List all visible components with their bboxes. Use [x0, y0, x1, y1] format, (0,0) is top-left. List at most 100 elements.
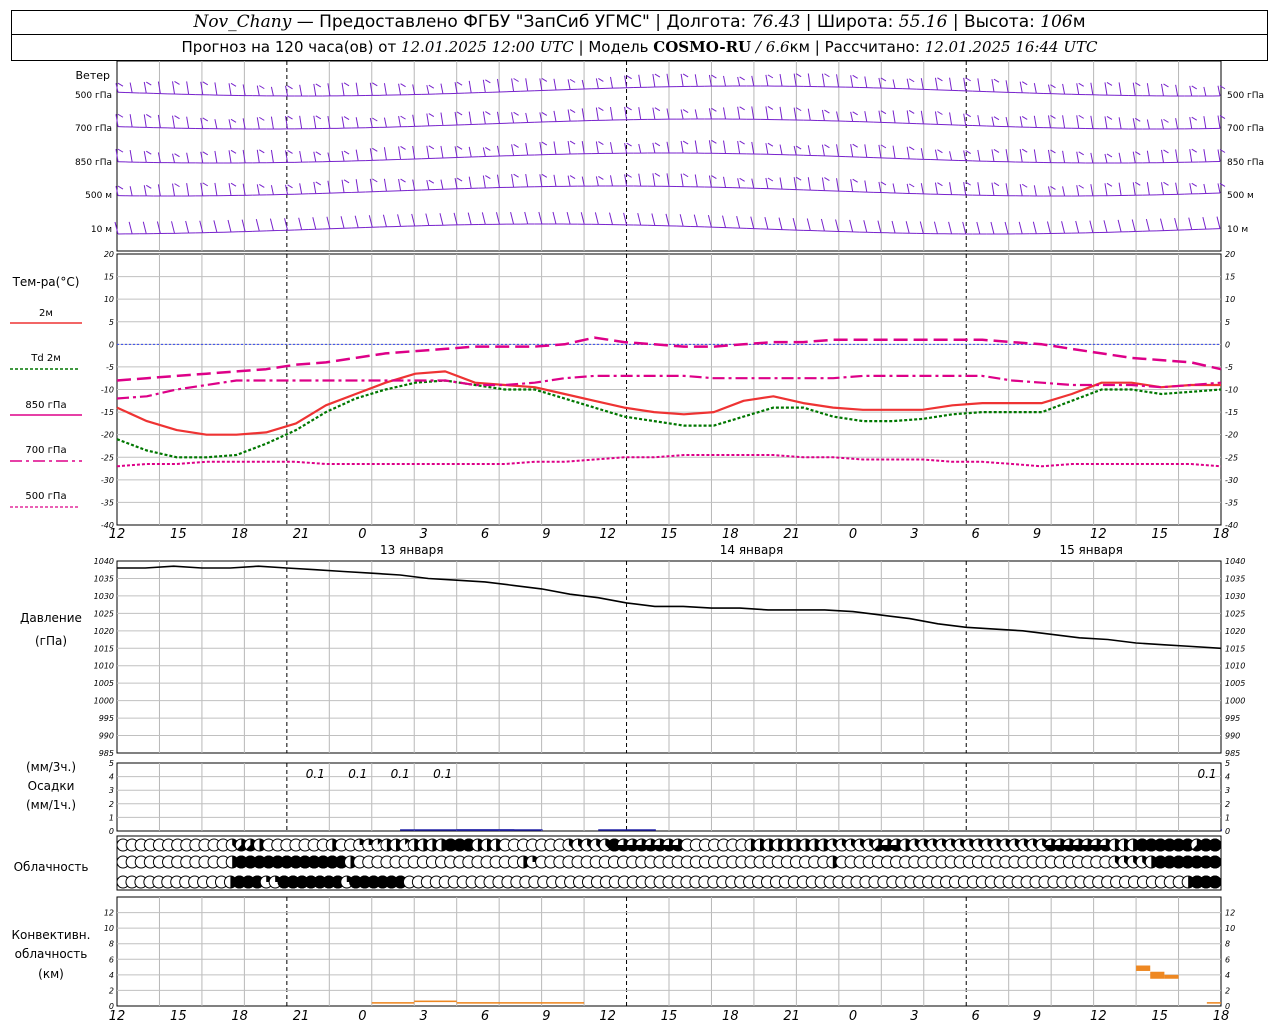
wind-barb: [1076, 83, 1080, 95]
wind-barb: [270, 86, 274, 96]
wind-barb: [609, 76, 613, 89]
wind-barb: [595, 78, 599, 89]
wind-barb: [694, 174, 698, 187]
wind-barb-feather: [908, 110, 915, 114]
time-tick-label-bottom: 18: [1213, 1009, 1230, 1024]
cloud-fill-full: [1208, 855, 1222, 869]
wind-barb-feather: [569, 140, 576, 145]
wind-barb: [778, 217, 783, 230]
wind-barb: [652, 142, 656, 154]
wind-barb: [637, 213, 642, 226]
precip-unit-1h: (мм/1ч.): [26, 798, 76, 812]
wind-barb: [313, 83, 317, 97]
wind-barb: [750, 216, 755, 229]
wind-barb: [142, 221, 147, 234]
time-tick-label-bottom: 15: [661, 1009, 678, 1024]
time-tick-label-top: 15: [661, 527, 678, 542]
wind-barb: [906, 146, 910, 159]
wind-barb: [779, 144, 783, 155]
y-tick-label-right: -15: [1225, 408, 1238, 417]
wind-barb: [991, 79, 995, 92]
wind-barb: [255, 219, 260, 232]
y-tick-label-right: 1025: [1225, 609, 1245, 618]
wind-barb-feather: [400, 146, 406, 150]
wind-barb: [835, 219, 840, 232]
wind-barb-feather: [202, 81, 209, 86]
wind-barb: [313, 181, 317, 194]
wind-barb: [878, 181, 882, 193]
wind-barb: [595, 176, 599, 187]
wind-barb: [638, 74, 642, 88]
wind-barb: [991, 149, 995, 162]
wind-barb: [920, 78, 924, 90]
wind-barb-feather: [1191, 116, 1198, 121]
wind-barb: [850, 75, 854, 88]
y-tick-label-right: 1030: [1225, 592, 1245, 601]
wind-barb-feather: [259, 85, 265, 90]
wind-barb: [1189, 183, 1193, 195]
wind-barb: [511, 174, 515, 188]
time-tick-label-bottom: 0: [358, 1009, 366, 1024]
wind-barb-feather: [1163, 118, 1169, 123]
y-tick-label-right: 1040: [1225, 557, 1245, 566]
wind-barb: [694, 109, 698, 120]
wind-barb: [652, 173, 656, 187]
wind-barb: [1188, 217, 1193, 230]
wind-barb: [172, 81, 176, 95]
time-tick-label-top: 0: [849, 527, 857, 542]
y-tick-label-right: 1: [1225, 813, 1230, 822]
y-tick-label-left: -25: [101, 453, 114, 462]
wind-barb: [638, 143, 642, 154]
wind-barb: [172, 115, 176, 129]
wind-barb: [355, 149, 359, 161]
wind-barb-feather: [117, 185, 124, 190]
wind-barb: [172, 153, 176, 163]
wind-barb: [651, 213, 656, 226]
wind-barb: [1145, 218, 1150, 232]
time-tick-label-top: 9: [1033, 527, 1041, 542]
wind-barb: [383, 83, 387, 96]
legend-t2m-label: 2м: [39, 308, 53, 319]
wind-barb: [609, 106, 613, 121]
wind-barb: [1203, 86, 1207, 97]
wind-barb: [906, 183, 910, 194]
wind-barb: [227, 219, 232, 233]
y-tick-label-right: 0: [1225, 340, 1230, 349]
wind-barb: [1019, 81, 1023, 93]
wind-barb: [1062, 83, 1066, 95]
wind-barb: [864, 111, 868, 122]
wind-barb-feather: [1163, 181, 1169, 186]
wind-barb: [511, 144, 515, 156]
y-tick-label-right: 4: [1225, 773, 1230, 782]
y-tick-label-left: 8: [109, 940, 114, 949]
wind-barb-feather: [1163, 149, 1169, 154]
wind-barb: [934, 77, 938, 90]
wind-barb: [1118, 117, 1122, 129]
wind-barb: [1160, 182, 1164, 195]
wind-barb: [793, 177, 797, 190]
wind-barb-feather: [485, 111, 491, 116]
y-tick-label-left: 1005: [94, 679, 114, 688]
wind-barb: [1146, 83, 1150, 96]
wind-barb: [186, 183, 190, 197]
wind-barb: [482, 147, 486, 157]
wind-barb: [1146, 119, 1150, 130]
wind-barb: [567, 175, 571, 187]
wind-barb: [1160, 119, 1164, 130]
wind-barb-feather: [372, 117, 378, 122]
cloud-fill-full: [1208, 838, 1222, 852]
wind-barb: [849, 219, 854, 233]
time-tick-label-bottom: 18: [231, 1009, 248, 1024]
wind-barb: [836, 74, 840, 88]
wind-barb: [864, 144, 868, 158]
wind-barb: [1032, 221, 1037, 234]
y-tick-label-left: 1040: [94, 557, 114, 566]
wind-barb: [934, 182, 938, 195]
wind-barb: [383, 147, 387, 160]
wind-barb: [1104, 82, 1108, 96]
wind-barb: [836, 111, 840, 122]
wind-barb: [567, 109, 571, 122]
wind-level-label-right: 500 гПа: [1227, 91, 1264, 101]
wind-barb: [1019, 116, 1023, 128]
wind-barb: [1203, 116, 1207, 129]
